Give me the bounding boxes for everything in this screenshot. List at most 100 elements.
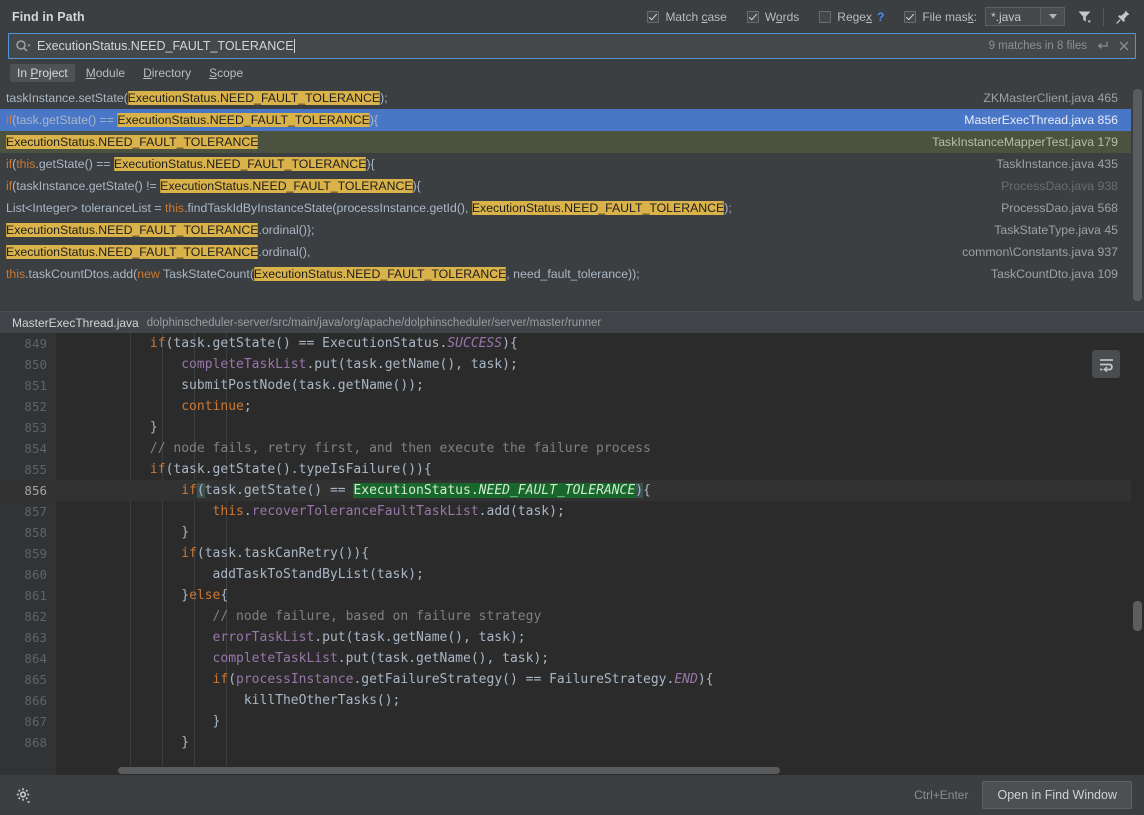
result-row[interactable]: List<Integer> toleranceList = this.findT… [0, 197, 1144, 219]
code-line[interactable]: submitPostNode(task.getName()); [56, 375, 1144, 396]
code-token: submitPostNode(task.getName()); [56, 378, 424, 393]
code-token: if [150, 336, 166, 351]
search-input-value[interactable]: ExecutionStatus.NEED_FAULT_TOLERANCE [33, 39, 989, 53]
code-token: } [56, 525, 189, 540]
words-option[interactable]: Words [747, 10, 799, 24]
line-number: 868 [0, 732, 56, 753]
file-mask-option[interactable]: File mask: [904, 10, 977, 24]
result-file-label: TaskCountDto.java 109 [991, 267, 1144, 281]
search-icon [9, 39, 33, 53]
line-number: 856 [0, 480, 56, 501]
editor-gutter[interactable]: 8498508518528538548558568578588598608618… [0, 333, 56, 775]
code-line[interactable]: } [56, 732, 1144, 753]
code-token: if [213, 672, 229, 687]
result-row[interactable]: ExecutionStatus.NEED_FAULT_TOLERANCETask… [0, 131, 1144, 153]
code-token: completeTaskList [181, 357, 306, 372]
result-row[interactable]: ExecutionStatus.NEED_FAULT_TOLERANCE.ord… [0, 241, 1144, 263]
clear-search-button[interactable] [1113, 40, 1135, 52]
regex-checkbox[interactable] [819, 11, 831, 23]
code-text: TaskStateCount( [160, 267, 254, 281]
filter-button[interactable] [1071, 5, 1097, 29]
result-code-snippet: this.taskCountDtos.add(new TaskStateCoun… [2, 267, 640, 281]
scope-tab-in-project[interactable]: In Project [10, 64, 75, 82]
result-row[interactable]: taskInstance.setState(ExecutionStatus.NE… [0, 87, 1144, 109]
code-line[interactable]: }else{ [56, 585, 1144, 606]
code-line[interactable]: addTaskToStandByList(task); [56, 564, 1144, 585]
search-history-button[interactable] [1091, 40, 1113, 52]
match-count-label: 9 matches in 8 files [989, 40, 1091, 52]
file-mask-dropdown-button[interactable] [1040, 7, 1065, 26]
scope-tab-directory[interactable]: Directory [136, 64, 198, 82]
result-file-label: TaskStateType.java 45 [994, 223, 1144, 237]
result-code-snippet: if(task.getState() == ExecutionStatus.NE… [2, 113, 378, 127]
file-mask-checkbox[interactable] [904, 11, 916, 23]
code-line[interactable]: // node failure, based on failure strate… [56, 606, 1144, 627]
text-caret [294, 39, 295, 53]
code-text: this [16, 157, 35, 171]
find-in-path-dialog: Find in Path Match case Words Regex ? Fi… [0, 0, 1144, 815]
code-line[interactable]: } [56, 417, 1144, 438]
breadcrumb-file-name: MasterExecThread.java [12, 316, 139, 330]
editor-lines[interactable]: if(task.getState() == ExecutionStatus.SU… [56, 333, 1144, 753]
editor-code-area[interactable]: if(task.getState() == ExecutionStatus.SU… [56, 333, 1144, 775]
result-row[interactable]: ExecutionStatus.NEED_FAULT_TOLERANCE.ord… [0, 219, 1144, 241]
code-line[interactable]: continue; [56, 396, 1144, 417]
code-line[interactable]: // node fails, retry first, and then exe… [56, 438, 1144, 459]
pin-icon [1115, 9, 1131, 25]
code-line[interactable]: completeTaskList.put(task.getName(), tas… [56, 354, 1144, 375]
code-text: ){ [370, 113, 378, 127]
code-line[interactable]: } [56, 711, 1144, 732]
code-line[interactable]: this.recoverToleranceFaultTaskList.add(t… [56, 501, 1144, 522]
regex-help-link[interactable]: ? [877, 10, 884, 24]
file-mask-combo[interactable]: *.java [985, 7, 1065, 26]
code-line[interactable]: if(task.getState() == ExecutionStatus.SU… [56, 333, 1144, 354]
code-text: .findTaskIdByInstanceState(processInstan… [184, 201, 472, 215]
code-token: .put(task.getName(), task); [314, 630, 525, 645]
pin-button[interactable] [1110, 5, 1136, 29]
scope-tab-module[interactable]: Module [79, 64, 132, 82]
code-token: ){ [502, 336, 518, 351]
code-token: ( [228, 672, 236, 687]
settings-button[interactable] [12, 784, 34, 806]
results-scrollbar[interactable] [1131, 87, 1144, 311]
editor-vscrollbar[interactable] [1131, 333, 1144, 775]
line-number: 857 [0, 501, 56, 522]
code-token: if [181, 546, 197, 561]
result-row[interactable]: if(this.getState() == ExecutionStatus.NE… [0, 153, 1144, 175]
result-row[interactable]: if(taskInstance.getState() != ExecutionS… [0, 175, 1144, 197]
regex-option[interactable]: Regex ? [819, 10, 884, 24]
code-token: } [56, 588, 189, 603]
match-highlight: ExecutionStatus.NEED_FAULT_TOLERANCE [117, 113, 369, 127]
scope-tab-scope[interactable]: Scope [202, 64, 250, 82]
code-line[interactable]: if(processInstance.getFailureStrategy() … [56, 669, 1144, 690]
file-mask-input[interactable]: *.java [985, 7, 1040, 26]
match-highlight: ExecutionStatus.NEED_FAULT_TOLERANCE [6, 245, 258, 259]
result-row[interactable]: this.taskCountDtos.add(new TaskStateCoun… [0, 263, 1144, 285]
search-field[interactable]: ExecutionStatus.NEED_FAULT_TOLERANCE 9 m… [8, 33, 1136, 59]
code-line[interactable]: errorTaskList.put(task.getName(), task); [56, 627, 1144, 648]
code-line[interactable]: if(task.getState() == ExecutionStatus.NE… [56, 480, 1144, 501]
result-code-snippet: ExecutionStatus.NEED_FAULT_TOLERANCE [2, 135, 258, 149]
match-case-option[interactable]: Match case [647, 10, 726, 24]
code-line[interactable]: completeTaskList.put(task.getName(), tas… [56, 648, 1144, 669]
code-line[interactable]: killTheOtherTasks(); [56, 690, 1144, 711]
result-row[interactable]: if(task.getState() == ExecutionStatus.NE… [0, 109, 1144, 131]
code-line[interactable]: if(task.taskCanRetry()){ [56, 543, 1144, 564]
editor-hscrollbar[interactable] [112, 766, 1131, 775]
editor-vscrollbar-thumb[interactable] [1133, 601, 1142, 631]
results-scrollbar-thumb[interactable] [1133, 89, 1142, 301]
code-token: SUCCESS [447, 336, 502, 351]
code-line[interactable]: if(task.getState().typeIsFailure()){ [56, 459, 1144, 480]
match-prefix: ExecutionStatus. [353, 483, 478, 498]
match-case-checkbox[interactable] [647, 11, 659, 23]
open-in-find-window-button[interactable]: Open in Find Window [982, 781, 1132, 809]
code-preview[interactable]: 8498508518528538548558568578588598608618… [0, 333, 1144, 775]
words-checkbox[interactable] [747, 11, 759, 23]
search-results-list[interactable]: taskInstance.setState(ExecutionStatus.NE… [0, 87, 1144, 311]
line-number: 851 [0, 375, 56, 396]
line-number: 850 [0, 354, 56, 375]
code-line[interactable]: } [56, 522, 1144, 543]
editor-hscrollbar-thumb[interactable] [118, 767, 780, 774]
code-text: .ordinal()}; [258, 223, 314, 237]
soft-wrap-button[interactable] [1092, 350, 1120, 378]
